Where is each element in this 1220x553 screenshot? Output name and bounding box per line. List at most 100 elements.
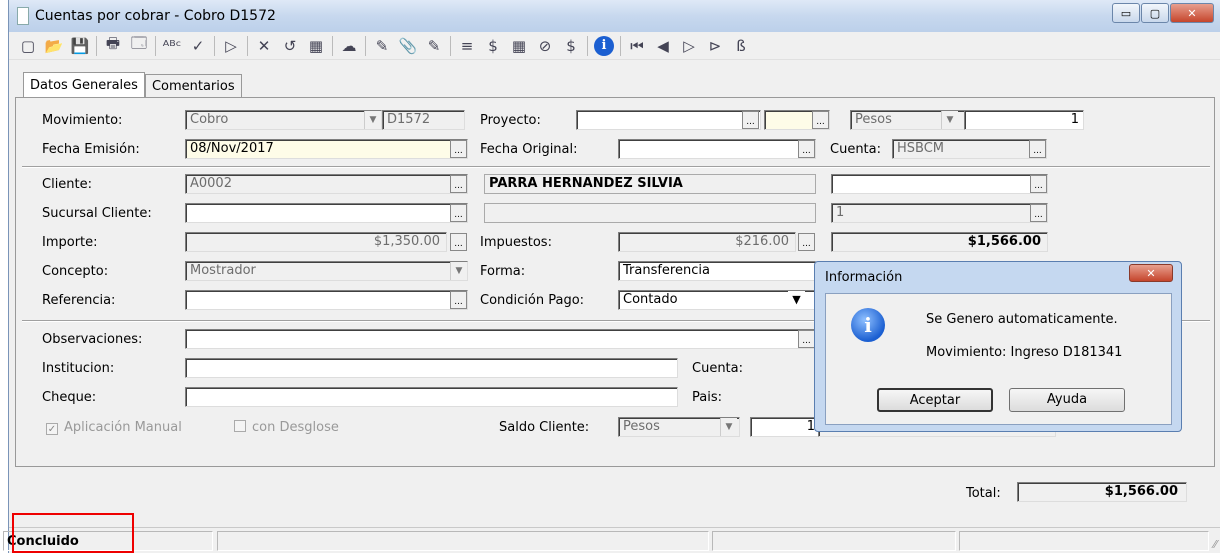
- status-panel-4: [959, 531, 1209, 551]
- institucion-field[interactable]: [185, 358, 678, 378]
- dialog-message-2: Movimiento: Ingreso D181341: [926, 345, 1123, 360]
- movimiento-id: D1572: [382, 110, 465, 130]
- sucursal-label: Sucursal Cliente:: [42, 206, 152, 221]
- note-icon[interactable]: ✎: [421, 34, 447, 58]
- empty-checkbox-icon: [234, 420, 246, 432]
- chevron-down-icon[interactable]: ▼: [450, 262, 467, 280]
- aceptar-button[interactable]: Aceptar: [877, 388, 993, 412]
- cfd-icon[interactable]: ▦: [303, 34, 329, 58]
- open-icon[interactable]: 📂: [41, 34, 67, 58]
- attach-icon[interactable]: 📎: [395, 34, 421, 58]
- toolbar: ▢ 📂 💾 🖶 🗔 ᴬᴮᶜ ✓ ▷ ✕ ↺ ▦ ☁ ✎ 📎 ✎ ≡ $ ▦ ⊘ $ i ⏮ ◀ ▷ ⊳ ß: [9, 32, 1220, 60]
- list-icon[interactable]: ≡: [454, 34, 480, 58]
- chevron-down-icon[interactable]: ▼: [788, 291, 805, 309]
- cheque-field[interactable]: [185, 387, 678, 407]
- cheque-label: Cheque:: [42, 390, 97, 405]
- fecha-emision-field[interactable]: 08/Nov/2017: [185, 139, 468, 159]
- dialog-title[interactable]: Información: [815, 262, 1181, 292]
- cliente-nombre: PARRA HERNANDEZ SILVIA: [484, 174, 816, 194]
- info-icon[interactable]: i: [591, 34, 617, 58]
- comment-icon[interactable]: ☁: [336, 34, 362, 58]
- chevron-down-icon[interactable]: ▼: [364, 111, 381, 129]
- new-icon[interactable]: ▢: [15, 34, 41, 58]
- sucursal-nombre: [484, 203, 816, 223]
- cliente-extra-lookup-button[interactable]: ...: [1030, 175, 1047, 193]
- cuenta-label: Cuenta:: [830, 142, 881, 157]
- cuenta-lookup-button[interactable]: ...: [1029, 140, 1046, 158]
- edit-icon[interactable]: ✎: [369, 34, 395, 58]
- movimiento-select[interactable]: Cobro: [185, 110, 382, 130]
- title-bar[interactable]: Cuentas por cobrar - Cobro D1572 ▭ ▢ ✕: [9, 0, 1220, 32]
- dialog-close-button[interactable]: ✕: [1129, 264, 1173, 282]
- referencia-lookup-button[interactable]: ...: [450, 291, 467, 309]
- delete-icon[interactable]: ✕: [251, 34, 277, 58]
- resize-grip-icon[interactable]: ⁄⁄: [1213, 538, 1217, 551]
- toolbar-separator: [365, 35, 366, 56]
- sucursal-lookup-button[interactable]: ...: [450, 204, 467, 222]
- dollar-slash-icon[interactable]: $: [558, 34, 584, 58]
- prev-icon[interactable]: ◀: [650, 34, 676, 58]
- sucursal-num-field[interactable]: 1: [831, 203, 1048, 223]
- minimize-button[interactable]: ▭: [1112, 3, 1140, 23]
- proyecto-num-lookup-button[interactable]: ...: [812, 111, 829, 129]
- tab-comentarios[interactable]: Comentarios: [144, 74, 242, 98]
- concepto-select[interactable]: Mostrador: [185, 261, 468, 281]
- calc-icon[interactable]: ▦: [506, 34, 532, 58]
- total-value: $1,566.00: [1017, 482, 1187, 502]
- referencia-field[interactable]: [185, 290, 468, 310]
- filter-icon[interactable]: ✓: [185, 34, 211, 58]
- sucursal-num-lookup-button[interactable]: ...: [1030, 204, 1047, 222]
- first-icon[interactable]: ⏮: [624, 34, 650, 58]
- total-label: Total:: [966, 486, 1001, 501]
- close-button[interactable]: ✕: [1170, 3, 1214, 23]
- dollar-icon[interactable]: $: [480, 34, 506, 58]
- window-icon: [17, 7, 29, 25]
- spellcheck-icon[interactable]: ᴬᴮᶜ: [159, 34, 185, 58]
- tab-datos-generales[interactable]: Datos Generales: [23, 72, 145, 98]
- importe-lookup-button[interactable]: ...: [450, 233, 467, 251]
- tipo-cambio-field[interactable]: 1: [964, 110, 1084, 130]
- cancel-icon[interactable]: ⊘: [532, 34, 558, 58]
- con-desglose-label: con Desglose: [252, 420, 339, 435]
- forma-label: Forma:: [480, 264, 526, 279]
- preview-icon[interactable]: 🗔: [126, 34, 152, 58]
- next-icon[interactable]: ▷: [676, 34, 702, 58]
- calendar-button[interactable]: ...: [450, 140, 467, 158]
- cliente-extra-field[interactable]: [831, 174, 1048, 194]
- tab-strip: Datos Generales Comentarios: [23, 72, 242, 98]
- ayuda-button[interactable]: Ayuda: [1009, 388, 1125, 412]
- forma-select[interactable]: Transferencia: [618, 261, 816, 281]
- cliente-lookup-button[interactable]: ...: [450, 175, 467, 193]
- sucursal-field[interactable]: [185, 203, 468, 223]
- dialog-body: i Se Genero automaticamente. Movimiento:…: [825, 293, 1172, 425]
- saldo-num-field: 1: [750, 417, 820, 437]
- chevron-down-icon[interactable]: ▼: [720, 418, 737, 436]
- save-icon[interactable]: 💾: [67, 34, 93, 58]
- cuenta-field[interactable]: HSBCM: [892, 139, 1047, 159]
- aplicacion-manual-checkbox[interactable]: ✓ Aplicación Manual: [46, 420, 182, 435]
- movimiento-label: Movimiento:: [42, 113, 123, 128]
- impuestos-lookup-button[interactable]: ...: [798, 233, 815, 251]
- impuestos-field[interactable]: $216.00: [618, 232, 796, 252]
- info-dialog: Información ✕ i Se Genero automaticament…: [814, 261, 1182, 432]
- fecha-original-lookup-button[interactable]: ...: [798, 140, 815, 158]
- condicion-select[interactable]: Contado: [618, 290, 816, 310]
- play-icon[interactable]: ▷: [218, 34, 244, 58]
- refresh-icon[interactable]: ↺: [277, 34, 303, 58]
- proyecto-lookup-button[interactable]: ...: [742, 111, 759, 129]
- link-icon[interactable]: ß: [728, 34, 754, 58]
- print-icon[interactable]: 🖶: [100, 34, 126, 58]
- proyecto-field[interactable]: [576, 110, 761, 130]
- observaciones-field[interactable]: [185, 329, 816, 349]
- observaciones-label: Observaciones:: [42, 332, 143, 347]
- cliente-field[interactable]: A0002: [185, 174, 468, 194]
- maximize-button[interactable]: ▢: [1141, 3, 1169, 23]
- fecha-original-field[interactable]: [618, 139, 816, 159]
- last-icon[interactable]: ⊳: [702, 34, 728, 58]
- observaciones-lookup-button[interactable]: ...: [798, 330, 815, 348]
- chevron-down-icon[interactable]: ▼: [941, 111, 958, 129]
- cuenta2-label: Cuenta:: [692, 361, 743, 376]
- condicion-label: Condición Pago:: [480, 293, 585, 308]
- con-desglose-checkbox[interactable]: con Desglose: [234, 420, 339, 435]
- importe-field[interactable]: $1,350.00: [185, 232, 447, 252]
